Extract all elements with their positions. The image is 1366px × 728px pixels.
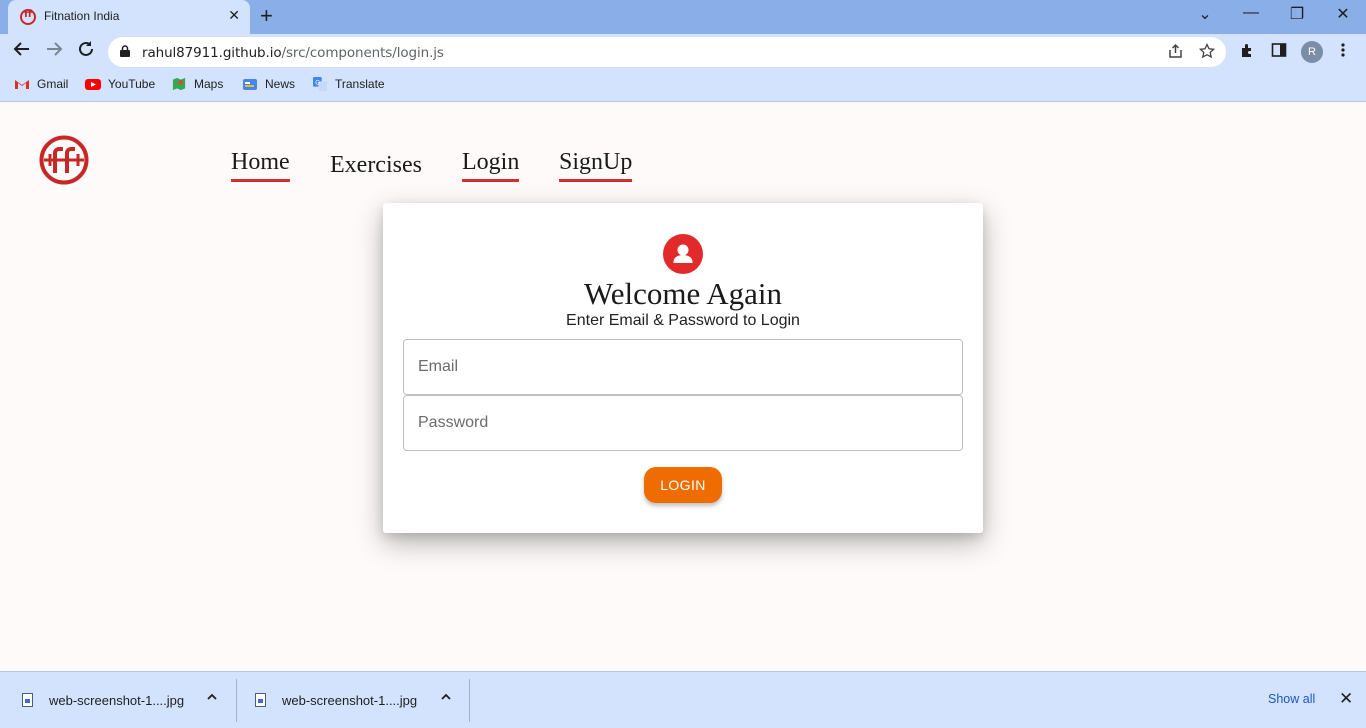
svg-text:G: G	[315, 79, 320, 86]
tab-close-button[interactable]: ✕	[228, 7, 240, 24]
url-path: /src/components/login.js	[281, 45, 444, 61]
nav-exercises-link[interactable]: Exercises	[330, 152, 422, 182]
download-item[interactable]: web-screenshot-1....jpg	[255, 672, 465, 728]
bookmark-news[interactable]: News	[242, 77, 295, 91]
bookmark-translate[interactable]: G Translate	[312, 77, 385, 91]
image-file-icon	[22, 693, 33, 707]
image-file-icon	[255, 693, 266, 707]
password-input[interactable]	[404, 396, 962, 450]
close-downloads-button[interactable]: ✕	[1339, 689, 1353, 709]
bookmarks-bar: Gmail YouTube Maps News G Translate	[0, 70, 1366, 102]
gmail-icon	[15, 80, 29, 89]
bookmark-label: Gmail	[37, 77, 69, 91]
minimize-button[interactable]: —	[1239, 4, 1263, 22]
nav-home-link[interactable]: Home	[231, 149, 290, 182]
window-close-button[interactable]: ✕	[1331, 4, 1355, 24]
url-host: rahul87911.github.io	[142, 45, 282, 61]
bookmark-label: Maps	[194, 77, 224, 91]
youtube-icon	[85, 79, 101, 90]
fitnation-logo-icon[interactable]	[39, 135, 89, 185]
forward-arrow-icon	[47, 42, 63, 56]
tab-search-button[interactable]: ⌄	[1193, 4, 1217, 24]
forward-button[interactable]	[42, 40, 66, 64]
chevron-up-icon[interactable]	[206, 691, 218, 706]
login-title: Welcome Again	[583, 276, 783, 311]
extensions-icon[interactable]	[1239, 42, 1256, 64]
nav-signup-link[interactable]: SignUp	[559, 149, 633, 182]
login-subtitle: Enter Email & Password to Login	[566, 312, 800, 329]
lock-icon	[120, 45, 130, 57]
download-item[interactable]: web-screenshot-1....jpg	[22, 672, 232, 728]
show-all-downloads-link[interactable]: Show all	[1268, 692, 1315, 706]
download-divider	[469, 679, 470, 722]
bookmark-label: Translate	[335, 77, 385, 91]
bookmark-label: News	[265, 77, 296, 91]
back-button[interactable]	[10, 40, 34, 64]
maps-icon	[172, 77, 186, 91]
bookmark-maps[interactable]: Maps	[171, 77, 223, 91]
nav-login-link[interactable]: Login	[462, 149, 520, 182]
bookmark-star-icon[interactable]	[1198, 42, 1216, 62]
reload-button[interactable]	[74, 40, 98, 64]
side-panel-icon[interactable]	[1271, 42, 1287, 63]
browser-tab[interactable]: Fitnation India ✕	[8, 0, 250, 34]
download-filename: web-screenshot-1....jpg	[49, 693, 185, 708]
download-filename: web-screenshot-1....jpg	[282, 693, 418, 708]
reload-icon	[79, 41, 93, 56]
browser-menu-icon[interactable]	[1340, 42, 1346, 63]
email-input[interactable]	[404, 340, 962, 394]
user-avatar-icon	[663, 234, 703, 274]
tab-title: Fitnation India	[44, 9, 120, 23]
url-text: rahul87911.github.io/src/components/logi…	[142, 45, 444, 61]
translate-icon: G	[313, 77, 327, 91]
email-field-wrapper	[403, 339, 963, 395]
downloads-bar: web-screenshot-1....jpg web-screenshot-1…	[0, 671, 1366, 728]
browser-toolbar: rahul87911.github.io/src/components/logi…	[0, 34, 1366, 70]
browser-tab-strip: Fitnation India ✕ + ⌄ — ❐ ✕	[0, 0, 1366, 34]
bookmark-gmail[interactable]: Gmail	[14, 77, 68, 91]
address-bar[interactable]: rahul87911.github.io/src/components/logi…	[108, 37, 1226, 67]
password-field-wrapper	[403, 395, 963, 451]
download-divider	[236, 679, 237, 722]
restore-button[interactable]: ❐	[1285, 4, 1309, 24]
site-favicon-icon	[20, 9, 36, 25]
new-tab-button[interactable]: +	[260, 5, 273, 27]
profile-avatar[interactable]: R	[1301, 41, 1323, 63]
bookmark-label: YouTube	[108, 77, 156, 91]
bookmark-youtube[interactable]: YouTube	[85, 77, 155, 91]
back-arrow-icon	[13, 42, 29, 56]
share-icon[interactable]	[1168, 43, 1184, 62]
news-icon	[243, 79, 257, 90]
login-card: Welcome Again Enter Email & Password to …	[383, 203, 983, 533]
chevron-up-icon[interactable]	[440, 691, 452, 706]
login-button[interactable]: LOGIN	[644, 467, 722, 503]
